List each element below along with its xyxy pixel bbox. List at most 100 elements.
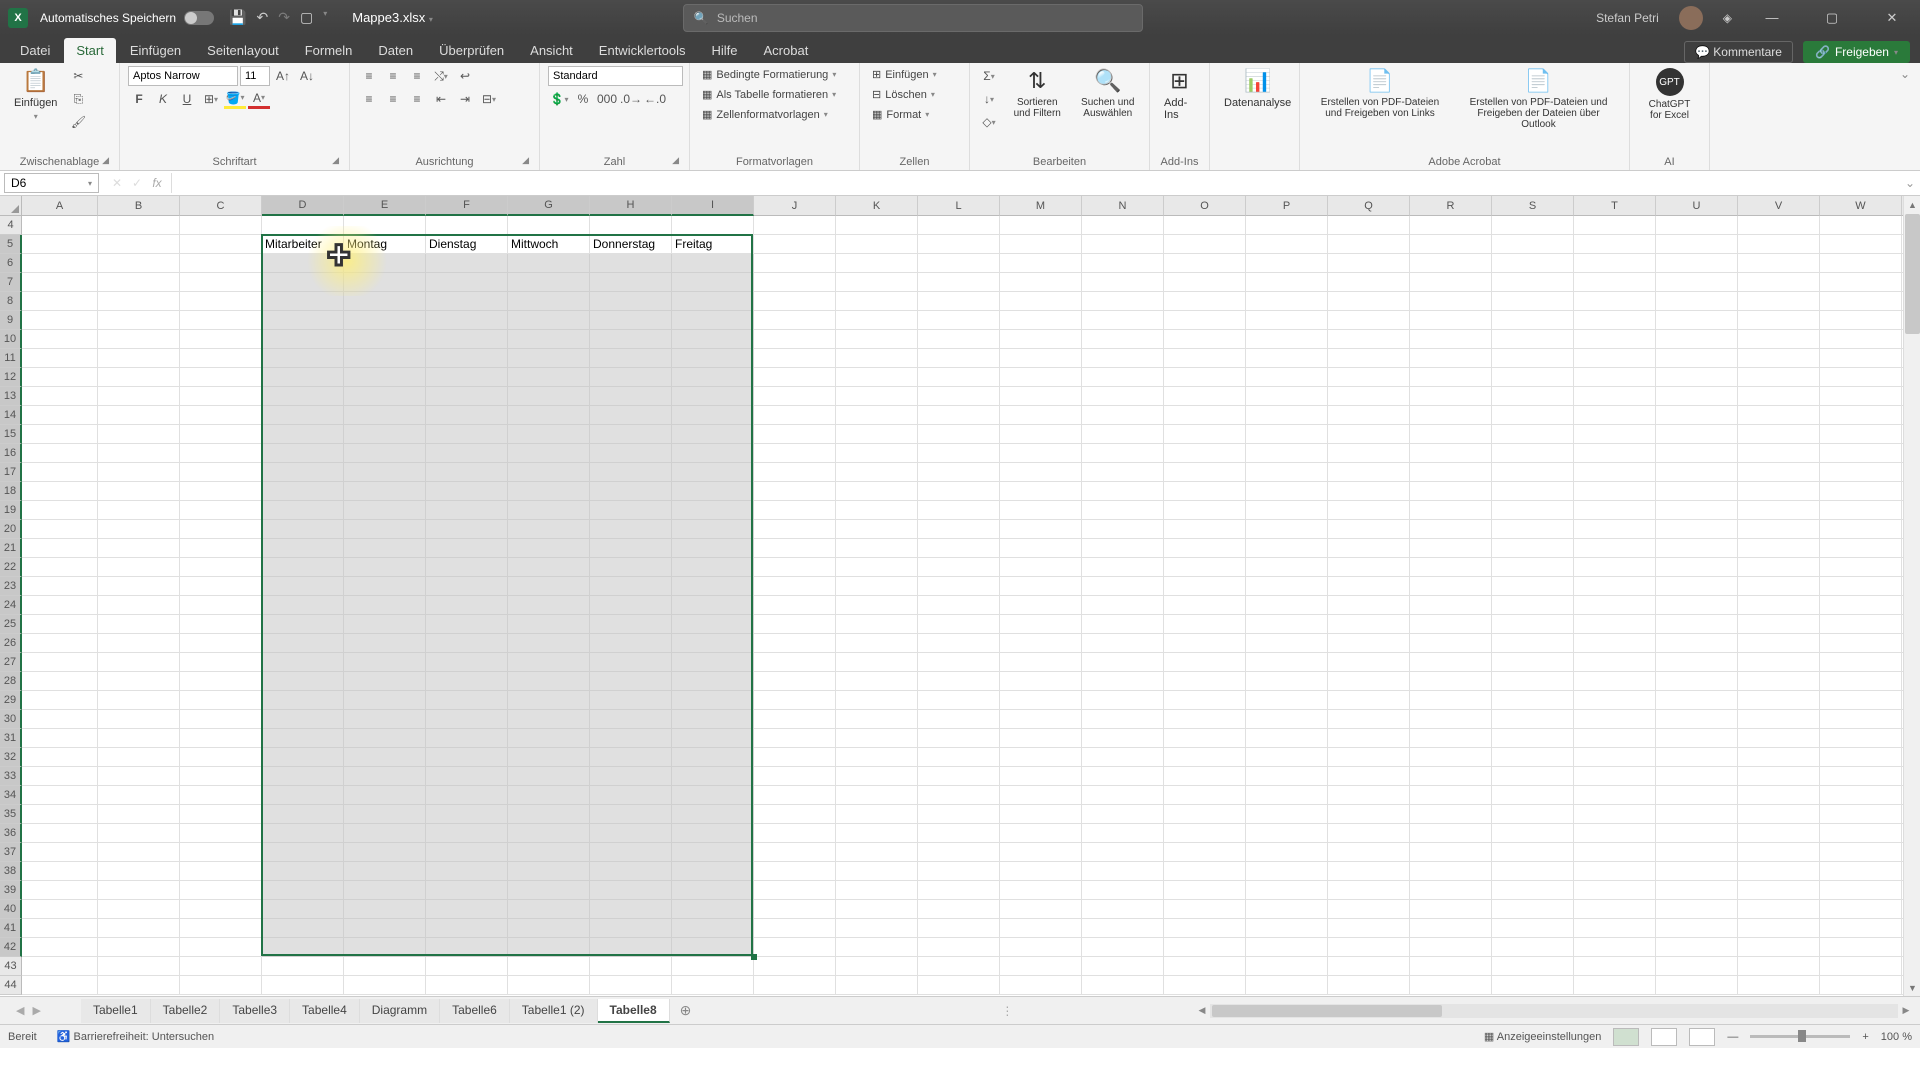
cell-B27[interactable] <box>98 653 180 672</box>
cell-I11[interactable] <box>672 349 754 368</box>
sort-filter-button[interactable]: ⇅Sortieren und Filtern <box>1004 66 1071 121</box>
qat-dropdown-icon[interactable]: ▾ <box>323 9 327 26</box>
cell-S11[interactable] <box>1492 349 1574 368</box>
cell-B34[interactable] <box>98 786 180 805</box>
cell-D10[interactable] <box>262 330 344 349</box>
decrease-font-icon[interactable]: A↓ <box>296 66 318 86</box>
cell-O38[interactable] <box>1164 862 1246 881</box>
tab-hilfe[interactable]: Hilfe <box>700 38 750 63</box>
cell-F33[interactable] <box>426 767 508 786</box>
cell-I36[interactable] <box>672 824 754 843</box>
cell-L6[interactable] <box>918 254 1000 273</box>
cell-I29[interactable] <box>672 691 754 710</box>
cell-T24[interactable] <box>1574 596 1656 615</box>
cell-K22[interactable] <box>836 558 918 577</box>
cell-M32[interactable] <box>1000 748 1082 767</box>
cell-R19[interactable] <box>1410 501 1492 520</box>
cell-T16[interactable] <box>1574 444 1656 463</box>
cell-E7[interactable] <box>344 273 426 292</box>
cell-I8[interactable] <box>672 292 754 311</box>
cell-S15[interactable] <box>1492 425 1574 444</box>
cell-R26[interactable] <box>1410 634 1492 653</box>
font-color-button[interactable]: A▾ <box>248 89 270 109</box>
cell-P27[interactable] <box>1246 653 1328 672</box>
cell-D4[interactable] <box>262 216 344 235</box>
cell-O6[interactable] <box>1164 254 1246 273</box>
cell-N18[interactable] <box>1082 482 1164 501</box>
cell-L9[interactable] <box>918 311 1000 330</box>
cell-L34[interactable] <box>918 786 1000 805</box>
cell-S27[interactable] <box>1492 653 1574 672</box>
cell-L4[interactable] <box>918 216 1000 235</box>
col-header-S[interactable]: S <box>1492 196 1574 216</box>
cell-A32[interactable] <box>22 748 98 767</box>
cell-W37[interactable] <box>1820 843 1902 862</box>
cell-V28[interactable] <box>1738 672 1820 691</box>
cell-D39[interactable] <box>262 881 344 900</box>
cell-K16[interactable] <box>836 444 918 463</box>
cell-V36[interactable] <box>1738 824 1820 843</box>
cell-V8[interactable] <box>1738 292 1820 311</box>
cell-D8[interactable] <box>262 292 344 311</box>
cell-M21[interactable] <box>1000 539 1082 558</box>
cell-O21[interactable] <box>1164 539 1246 558</box>
select-all-corner[interactable] <box>0 196 22 216</box>
col-header-N[interactable]: N <box>1082 196 1164 216</box>
cell-M29[interactable] <box>1000 691 1082 710</box>
cell-M5[interactable] <box>1000 235 1082 254</box>
cell-A31[interactable] <box>22 729 98 748</box>
data-analysis-button[interactable]: 📊Datenanalyse <box>1218 66 1297 111</box>
cell-R21[interactable] <box>1410 539 1492 558</box>
cell-B32[interactable] <box>98 748 180 767</box>
cell-Q7[interactable] <box>1328 273 1410 292</box>
cell-B42[interactable] <box>98 938 180 957</box>
cell-V15[interactable] <box>1738 425 1820 444</box>
cell-E5[interactable]: Montag <box>344 235 426 254</box>
cell-V9[interactable] <box>1738 311 1820 330</box>
cell-U11[interactable] <box>1656 349 1738 368</box>
tab-ansicht[interactable]: Ansicht <box>518 38 585 63</box>
horizontal-scrollbar[interactable]: ◀ ▶ <box>1194 1003 1914 1019</box>
cell-O29[interactable] <box>1164 691 1246 710</box>
cell-V5[interactable] <box>1738 235 1820 254</box>
cell-S42[interactable] <box>1492 938 1574 957</box>
cell-Q31[interactable] <box>1328 729 1410 748</box>
cell-W9[interactable] <box>1820 311 1902 330</box>
cell-D32[interactable] <box>262 748 344 767</box>
sheet-tab-tabelle1[interactable]: Tabelle1 <box>81 999 151 1023</box>
cell-N34[interactable] <box>1082 786 1164 805</box>
cell-K41[interactable] <box>836 919 918 938</box>
cell-P29[interactable] <box>1246 691 1328 710</box>
sheet-tab-tabelle12[interactable]: Tabelle1 (2) <box>510 999 598 1023</box>
cell-I37[interactable] <box>672 843 754 862</box>
cell-B30[interactable] <box>98 710 180 729</box>
cell-I6[interactable] <box>672 254 754 273</box>
cell-A30[interactable] <box>22 710 98 729</box>
cell-N17[interactable] <box>1082 463 1164 482</box>
cell-L29[interactable] <box>918 691 1000 710</box>
cell-J33[interactable] <box>754 767 836 786</box>
row-header-28[interactable]: 28 <box>0 672 22 691</box>
row-header-25[interactable]: 25 <box>0 615 22 634</box>
user-name[interactable]: Stefan Petri <box>1596 11 1659 25</box>
cell-R23[interactable] <box>1410 577 1492 596</box>
cell-O10[interactable] <box>1164 330 1246 349</box>
cell-T43[interactable] <box>1574 957 1656 976</box>
cell-O14[interactable] <box>1164 406 1246 425</box>
cell-H33[interactable] <box>590 767 672 786</box>
cell-P20[interactable] <box>1246 520 1328 539</box>
comma-icon[interactable]: 000 <box>596 89 618 109</box>
cell-L26[interactable] <box>918 634 1000 653</box>
cell-T42[interactable] <box>1574 938 1656 957</box>
col-header-V[interactable]: V <box>1738 196 1820 216</box>
cell-K14[interactable] <box>836 406 918 425</box>
cell-G16[interactable] <box>508 444 590 463</box>
cell-J15[interactable] <box>754 425 836 444</box>
cell-P8[interactable] <box>1246 292 1328 311</box>
row-header-32[interactable]: 32 <box>0 748 22 767</box>
cell-C24[interactable] <box>180 596 262 615</box>
cell-U26[interactable] <box>1656 634 1738 653</box>
cell-B22[interactable] <box>98 558 180 577</box>
cell-R38[interactable] <box>1410 862 1492 881</box>
cell-Q39[interactable] <box>1328 881 1410 900</box>
